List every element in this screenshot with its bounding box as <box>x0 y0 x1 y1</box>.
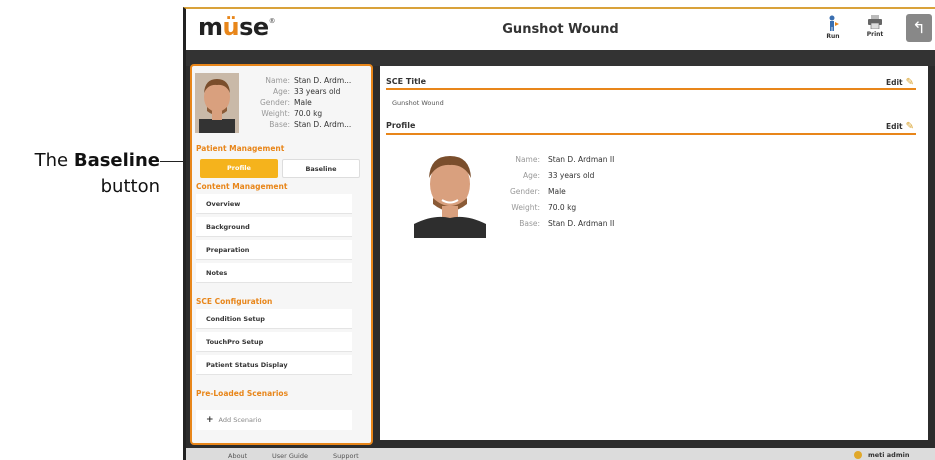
profile-weight-label: Weight: <box>511 203 540 212</box>
footer-support-link[interactable]: Support <box>333 452 359 460</box>
user-icon <box>854 451 862 459</box>
base-label: Base: <box>269 120 290 129</box>
age-label: Age: <box>272 87 290 96</box>
profile-age-value: 33 years old <box>548 171 595 180</box>
callout-bold: Baseline <box>73 150 160 171</box>
profile-edit-button[interactable]: Edit ✎ <box>886 121 914 132</box>
app-footer: About User Guide Support meti admin <box>186 448 935 460</box>
footer-about-link[interactable]: About <box>228 452 247 460</box>
print-label: Print <box>866 31 884 38</box>
pencil-icon: ✎ <box>905 121 914 132</box>
edit-label: Edit <box>885 122 903 131</box>
app-header: müse® Gunshot Wound Run Print ↰ <box>186 9 935 50</box>
profile-divider <box>386 133 916 135</box>
patient-summary: Name: Stan D. Ardm... Age: 33 years old Ge… <box>244 75 351 130</box>
age-value: 33 years old <box>294 87 341 96</box>
baseline-callout: The Baseline button <box>0 148 160 200</box>
profile-heading: Profile <box>386 121 416 130</box>
profile-base-value: Stan D. Ardman II <box>548 219 615 228</box>
name-value: Stan D. Ardm... <box>294 76 352 85</box>
profile-gender-value: Male <box>548 187 566 196</box>
baseline-tab[interactable]: Baseline <box>282 159 360 178</box>
weight-label: Weight: <box>261 109 290 118</box>
footer-user-guide-link[interactable]: User Guide <box>272 452 308 460</box>
weight-value: 70.0 kg <box>294 109 323 118</box>
footer-user[interactable]: meti admin <box>854 451 909 459</box>
sce-title-divider <box>386 88 916 90</box>
add-scenario-label: Add Scenario <box>218 416 262 424</box>
profile-details: Name: Stan D. Ardman II Age: 33 years old … <box>480 152 614 232</box>
print-button[interactable]: Print <box>860 15 890 38</box>
name-label: Name: <box>265 76 290 85</box>
profile-name-label: Name: <box>515 155 540 164</box>
callout-prefix: The <box>34 150 69 171</box>
nav-item-overview[interactable]: Overview <box>196 194 352 214</box>
callout-suffix: button <box>100 176 160 197</box>
main-content: SCE Title Edit ✎ Gunshot Wound Profile Ed… <box>380 66 928 440</box>
profile-base-label: Base: <box>519 219 540 228</box>
edit-label: Edit <box>885 78 903 87</box>
profile-tab[interactable]: Profile <box>200 159 278 178</box>
muse-app-window: müse® Gunshot Wound Run Print ↰ Name: St… <box>183 7 935 460</box>
back-arrow-icon: ↰ <box>912 18 926 37</box>
pencil-icon: ✎ <box>905 77 914 88</box>
preloaded-scenarios-heading: Pre-Loaded Scenarios <box>196 389 289 398</box>
run-label: Run <box>826 33 840 40</box>
nav-item-patient-status-display[interactable]: Patient Status Display <box>196 355 352 375</box>
patient-photo <box>195 73 239 133</box>
sce-configuration-heading: SCE Configuration <box>196 297 273 306</box>
profile-name-value: Stan D. Ardman II <box>548 155 615 164</box>
nav-item-background[interactable]: Background <box>196 217 352 237</box>
profile-age-label: Age: <box>522 171 540 180</box>
add-scenario-button[interactable]: + Add Scenario <box>196 410 352 430</box>
gender-value: Male <box>294 98 312 107</box>
user-name: meti admin <box>868 451 910 459</box>
nav-item-touchpro-setup[interactable]: TouchPro Setup <box>196 332 352 352</box>
profile-gender-label: Gender: <box>509 187 540 196</box>
sce-title-value: Gunshot Wound <box>392 99 444 107</box>
printer-icon <box>868 15 882 29</box>
profile-weight-value: 70.0 kg <box>548 203 577 212</box>
plus-icon: + <box>206 415 214 425</box>
sce-title-edit-button[interactable]: Edit ✎ <box>886 77 914 88</box>
profile-photo <box>414 150 486 238</box>
patient-management-heading: Patient Management <box>196 144 285 153</box>
left-sidebar: Name: Stan D. Ardm... Age: 33 years old Ge… <box>190 64 373 445</box>
content-management-heading: Content Management <box>196 182 288 191</box>
run-button[interactable]: Run <box>818 15 848 40</box>
nav-item-preparation[interactable]: Preparation <box>196 240 352 260</box>
sce-title-heading: SCE Title <box>386 77 427 86</box>
run-person-icon <box>829 15 839 31</box>
gender-label: Gender: <box>259 98 290 107</box>
nav-item-condition-setup[interactable]: Condition Setup <box>196 309 352 329</box>
nav-item-notes[interactable]: Notes <box>196 263 352 283</box>
back-button[interactable]: ↰ <box>906 14 932 42</box>
base-value: Stan D. Ardm... <box>294 120 352 129</box>
